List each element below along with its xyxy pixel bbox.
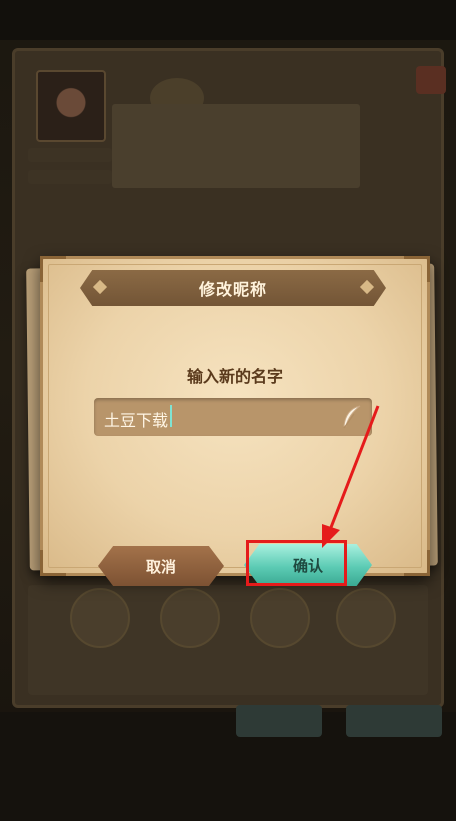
corner-ornament [40, 256, 66, 282]
background-slot [336, 588, 396, 648]
feather-icon [343, 405, 361, 429]
dialog-title-banner: 修改昵称 [80, 270, 386, 306]
background-slot [250, 588, 310, 648]
corner-ornament [40, 550, 66, 576]
background-avatar [36, 70, 106, 142]
name-prompt: 输入新的名字 [186, 367, 283, 386]
text-caret [170, 405, 172, 427]
confirm-button-label: 确认 [292, 556, 323, 575]
confirm-button[interactable]: 确认 [244, 544, 372, 586]
background-top-bar [0, 0, 456, 40]
background-slot [160, 588, 220, 648]
cancel-button-label: 取消 [145, 557, 176, 576]
background-slot [70, 588, 130, 648]
background-close-icon [416, 66, 446, 94]
background-button [236, 705, 322, 737]
dialog-title: 修改昵称 [198, 280, 267, 299]
corner-ornament [404, 256, 430, 282]
background-info-row [28, 170, 112, 184]
cancel-button[interactable]: 取消 [98, 546, 224, 586]
background-button [346, 705, 442, 737]
corner-ornament [404, 550, 430, 576]
name-input-value[interactable]: 土豆下载 [104, 407, 168, 431]
background-signature-box [112, 104, 360, 188]
background-info-row [28, 148, 112, 162]
